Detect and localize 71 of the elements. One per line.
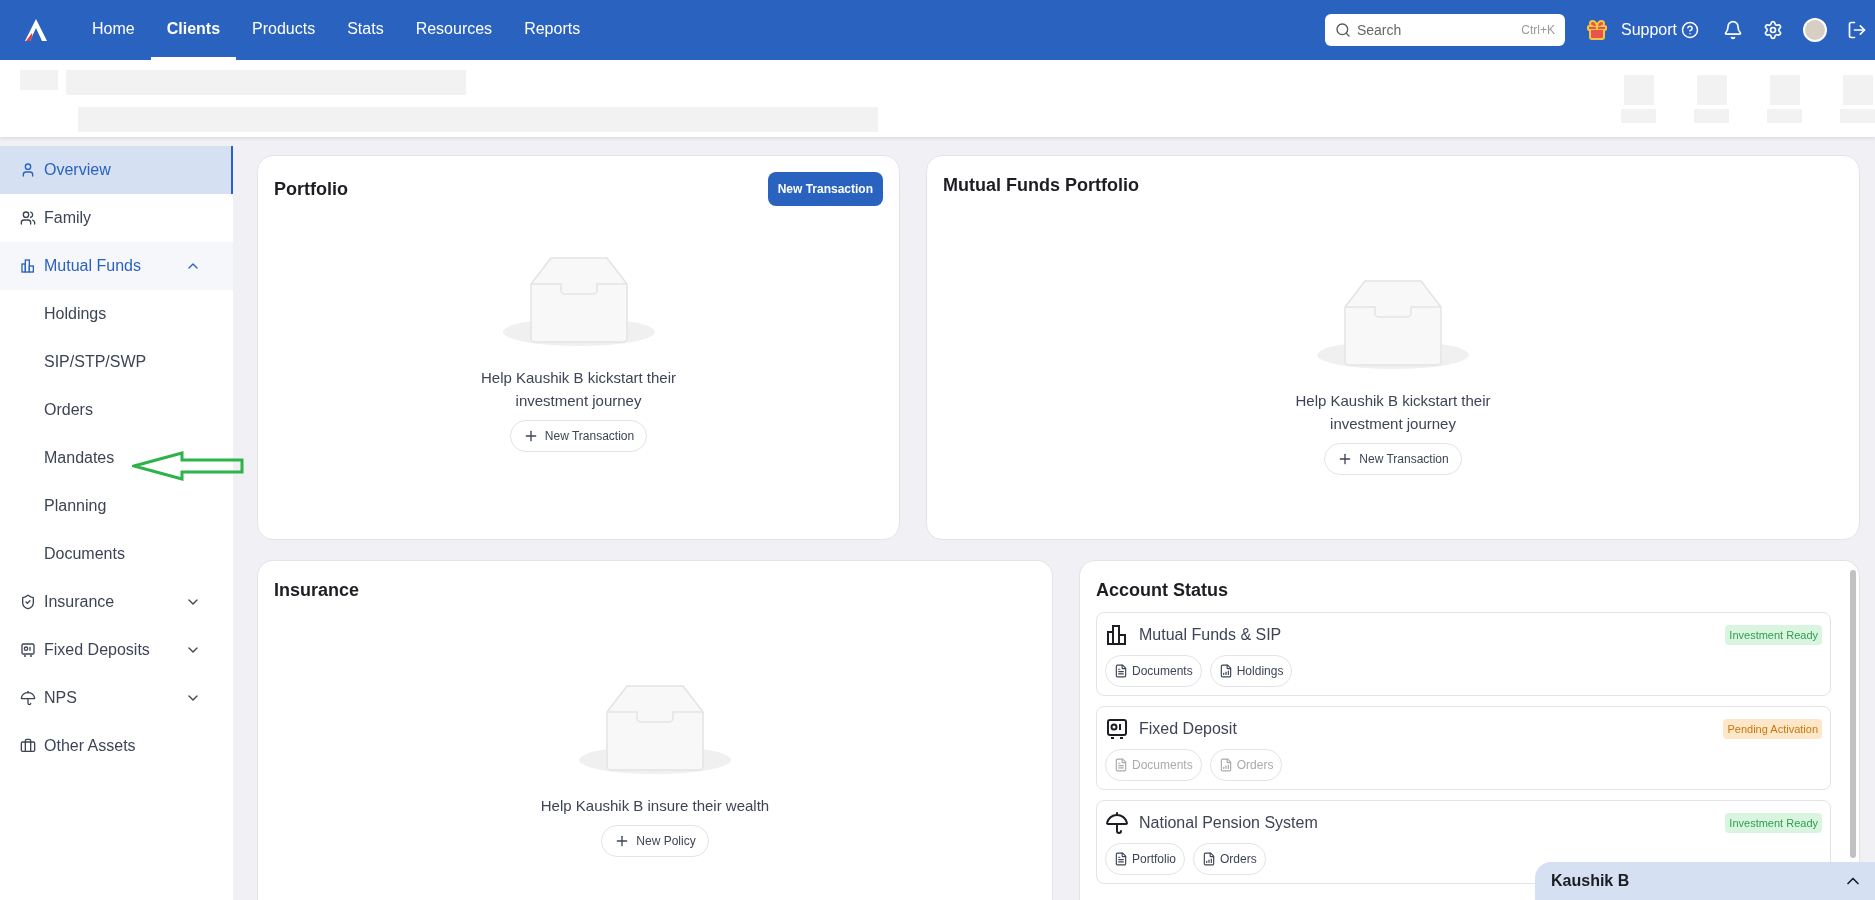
gift-icon[interactable] <box>1584 18 1609 42</box>
file-chart-icon <box>1218 758 1233 772</box>
sidebar-label: Insurance <box>44 592 116 612</box>
sidebar-label: Fixed Deposits <box>44 640 151 660</box>
scrollbar[interactable] <box>1850 570 1856 858</box>
umbrella-icon <box>1105 811 1129 835</box>
card-title: Account Status <box>1096 579 1229 602</box>
file-icon <box>1114 664 1128 678</box>
nav-tab[interactable]: Stats <box>331 0 400 60</box>
bar-chart-icon <box>1105 623 1129 647</box>
status-tag: Investment Ready <box>1725 812 1822 834</box>
empty-message: Help Kaushik B kickstart their investment journey <box>479 368 678 411</box>
support-button[interactable]: Support <box>1620 18 1699 42</box>
sidebar-label: Mutual Funds <box>44 256 142 276</box>
new-item-button[interactable]: New Transaction <box>1324 443 1462 475</box>
card-title: Insurance <box>274 579 361 602</box>
file-chart-icon <box>1218 664 1233 678</box>
avatar[interactable] <box>1803 18 1827 42</box>
nav-tab[interactable]: Home <box>76 0 151 60</box>
sidebar-subitem[interactable]: SIP/STP/SWP <box>0 338 233 386</box>
sidebar-label: NPS <box>44 688 78 708</box>
sidebar-subitem[interactable]: Documents <box>0 530 233 578</box>
file-chart-icon <box>1202 852 1217 866</box>
account-name: National Pension System <box>1139 813 1319 833</box>
nav-tab[interactable]: Resources <box>399 0 509 60</box>
sidebar-item[interactable]: NPS <box>0 674 233 722</box>
search-icon <box>1334 22 1351 38</box>
safe-icon <box>1105 717 1129 741</box>
empty-message: Help Kaushik B kickstart their investment journey <box>1294 391 1492 434</box>
status-tag: Pending Activation <box>1723 718 1822 740</box>
card-title: Mutual Funds Portfolio <box>943 174 1140 197</box>
settings-icon[interactable] <box>1763 20 1783 40</box>
new-item-button[interactable]: New Transaction <box>509 420 648 452</box>
sidebar-item[interactable]: Fixed Deposits <box>0 626 233 674</box>
sidebar-label: Family <box>44 208 93 228</box>
briefcase-icon <box>20 738 36 754</box>
card-title: Portfolio <box>274 177 348 201</box>
sidebar-subitem[interactable]: Holdings <box>0 290 233 338</box>
panel-title: Kaushik B <box>1551 871 1630 891</box>
account-name: Mutual Funds & SIP <box>1139 625 1283 645</box>
bar-chart-icon <box>20 258 36 274</box>
file-icon <box>1114 758 1128 772</box>
sidebar-subitem[interactable]: Orders <box>0 386 233 434</box>
sidebar-subitem[interactable]: Mandates <box>0 434 233 482</box>
logout-icon[interactable] <box>1847 20 1867 40</box>
bell-icon[interactable] <box>1723 20 1743 40</box>
empty-message: Help Kaushik B insure their wealth <box>540 796 770 816</box>
sidebar-item[interactable]: Family <box>0 194 233 242</box>
nav-tab[interactable]: Reports <box>508 0 597 60</box>
new-transaction-button[interactable]: New Transaction <box>767 172 883 206</box>
safe-icon <box>20 642 36 658</box>
sidebar-item[interactable]: Mutual Funds <box>0 242 233 290</box>
sidebar-subitem[interactable]: Planning <box>0 482 233 530</box>
status-tag: Investment Ready <box>1725 624 1822 646</box>
user-icon <box>20 162 36 178</box>
sidebar-label: Overview <box>44 160 112 180</box>
new-item-button[interactable]: New Policy <box>601 825 709 857</box>
users-icon <box>20 210 36 226</box>
shield-icon <box>20 594 36 610</box>
sidebar-item[interactable]: Other Assets <box>0 722 233 770</box>
account-name: Fixed Deposit <box>1139 719 1238 739</box>
help-icon <box>1681 21 1699 39</box>
file-icon <box>1114 852 1128 866</box>
search-input[interactable]: Search <box>1356 19 1516 41</box>
sidebar-item[interactable]: Overview <box>0 146 233 194</box>
umbrella-icon <box>20 690 36 706</box>
sidebar-label: Other Assets <box>44 736 137 756</box>
sidebar-item[interactable]: Insurance <box>0 578 233 626</box>
nav-tab[interactable]: Products <box>236 0 332 60</box>
chat-panel[interactable]: Kaushik B <box>1535 862 1875 900</box>
shortcut-hint: Ctrl+K <box>1521 22 1555 39</box>
